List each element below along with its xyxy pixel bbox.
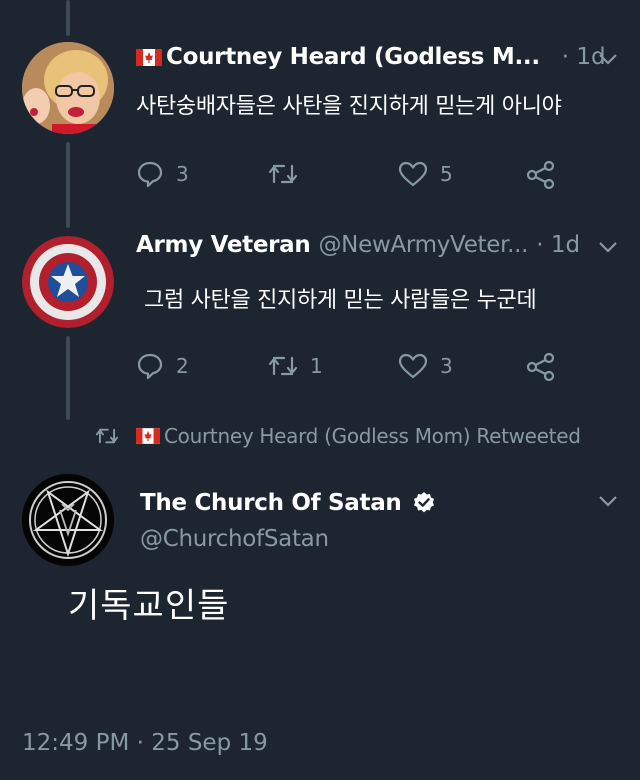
reply-icon [137,161,163,188]
tweet-timestamp[interactable]: 12:49 PM · 25 Sep 19 [22,730,268,756]
handle[interactable]: @ChurchofSatan [140,526,329,552]
like-button[interactable]: 3 [398,352,453,380]
chevron-down-icon[interactable] [598,240,618,254]
verified-icon [413,492,434,513]
chevron-down-icon[interactable] [598,494,618,508]
canada-flag-icon [136,428,160,444]
thread-line [66,0,70,36]
tweet-header: Courtney Heard (Godless M... · 1d [136,44,606,70]
display-name[interactable]: Courtney Heard (Godless M... [166,44,540,70]
handle-row: @ChurchofSatan [140,526,329,552]
chevron-down-icon[interactable] [598,52,618,66]
thread-line [66,336,70,420]
reply-button[interactable]: 3 [136,160,189,188]
retweet-note: Courtney Heard (Godless Mom) Retweeted [94,424,581,448]
retweet-note-text[interactable]: Courtney Heard (Godless Mom) Retweeted [164,424,581,448]
tweet-text: 그럼 사탄을 진지하게 믿는 사람들은 누군데 [144,288,537,313]
retweet-button[interactable] [268,160,310,188]
handle[interactable]: @NewArmyVeter... [318,232,528,258]
like-count: 5 [440,162,453,186]
share-button[interactable] [526,160,556,190]
avatar[interactable] [22,236,114,328]
tweet-text: 기독교인들 [68,586,230,626]
like-count: 3 [440,354,453,378]
canada-flag-icon [136,48,162,66]
avatar[interactable] [22,42,114,134]
tweet-time[interactable]: · 1d [536,232,580,258]
like-icon [398,161,428,187]
tweet-header: Army Veteran @NewArmyVeter... · 1d [136,232,580,258]
retweet-icon [268,164,298,184]
reply-count: 2 [176,354,189,378]
retweet-icon [268,356,298,376]
tweet-header: The Church Of Satan [140,490,436,516]
tweet-actions: 3 5 [136,160,596,192]
retweet-button[interactable]: 1 [268,352,323,380]
share-button[interactable] [526,352,556,382]
avatar[interactable] [22,474,114,566]
share-icon [526,352,555,382]
display-name[interactable]: The Church Of Satan [140,490,402,516]
share-icon [526,160,555,190]
retweet-count: 1 [310,354,323,378]
like-icon [398,353,428,379]
display-name[interactable]: Army Veteran [136,232,311,258]
tweet-actions: 2 1 3 [136,352,596,384]
reply-count: 3 [176,162,189,186]
retweet-icon [95,428,119,444]
like-button[interactable]: 5 [398,160,453,188]
thread-line [66,142,70,228]
reply-button[interactable]: 2 [136,352,189,380]
tweet-text: 사탄숭배자들은 사탄을 진지하게 믿는게 아니야 [136,94,562,119]
reply-icon [137,353,163,380]
